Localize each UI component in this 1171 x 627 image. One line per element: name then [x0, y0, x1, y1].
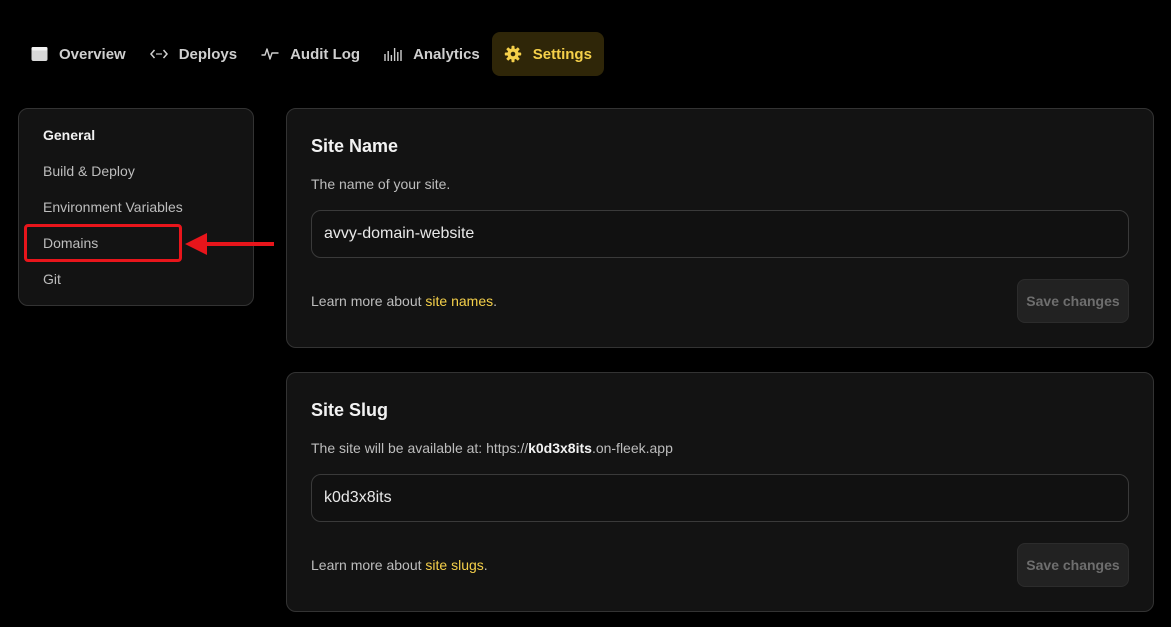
settings-sidenav: General Build & Deploy Environment Varia… — [18, 108, 254, 306]
learn-more-suffix: . — [483, 557, 488, 573]
sidenav-item-environment-variables[interactable]: Environment Variables — [43, 199, 183, 215]
window-icon — [30, 45, 48, 63]
site-names-link[interactable]: site names — [425, 293, 493, 309]
slug-url-prefix: The site will be available at: https:// — [311, 440, 529, 456]
code-arrows-icon — [149, 45, 168, 63]
site-name-description: The name of your site. — [311, 176, 451, 192]
annotation-highlight-box — [24, 224, 182, 262]
gear-icon — [504, 45, 522, 63]
learn-more-suffix: . — [493, 293, 497, 309]
tab-analytics-label: Analytics — [413, 45, 480, 63]
tab-settings[interactable]: Settings — [491, 32, 604, 76]
annotation-arrow-icon — [185, 233, 274, 255]
site-name-save-button[interactable]: Save changes — [1017, 279, 1129, 323]
site-name-card: Site Name The name of your site. avvy-do… — [286, 108, 1154, 348]
tab-analytics[interactable]: Analytics — [372, 32, 492, 76]
site-slug-save-button[interactable]: Save changes — [1017, 543, 1129, 587]
tab-deploys[interactable]: Deploys — [138, 32, 249, 76]
tab-overview-label: Overview — [59, 45, 126, 63]
site-name-input[interactable]: avvy-domain-website — [311, 210, 1129, 258]
site-slug-title: Site Slug — [311, 400, 389, 420]
sidenav-item-git[interactable]: Git — [43, 271, 61, 287]
tab-deploys-label: Deploys — [178, 45, 238, 63]
activity-pulse-icon — [261, 45, 279, 63]
site-slug-learn-more: Learn more about site slugs. — [311, 557, 488, 573]
settings-page: Overview Deploys Audit Log Analytics Set… — [0, 0, 1171, 627]
site-slug-card: Site Slug The site will be available at:… — [286, 372, 1154, 612]
site-name-learn-more: Learn more about site names. — [311, 293, 497, 309]
slug-url-suffix: .on-fleek.app — [591, 440, 673, 456]
tab-audit-log[interactable]: Audit Log — [249, 32, 372, 76]
site-slug-description: The site will be available at: https://k… — [311, 440, 673, 456]
top-tabs: Overview Deploys Audit Log Analytics Set… — [18, 32, 604, 76]
site-slug-input[interactable]: k0d3x8its — [311, 474, 1129, 522]
tab-settings-label: Settings — [532, 45, 592, 63]
tab-audit-log-label: Audit Log — [290, 45, 361, 63]
tab-overview[interactable]: Overview — [18, 32, 138, 76]
bar-chart-icon — [384, 45, 402, 63]
learn-more-prefix: Learn more about — [311, 293, 426, 309]
site-name-title: Site Name — [311, 136, 399, 156]
learn-more-prefix: Learn more about — [311, 557, 426, 573]
sidenav-item-build-deploy[interactable]: Build & Deploy — [43, 163, 135, 179]
site-slugs-link[interactable]: site slugs — [425, 557, 483, 573]
slug-url-slug: k0d3x8its — [528, 440, 592, 456]
sidenav-item-general[interactable]: General — [43, 127, 95, 143]
